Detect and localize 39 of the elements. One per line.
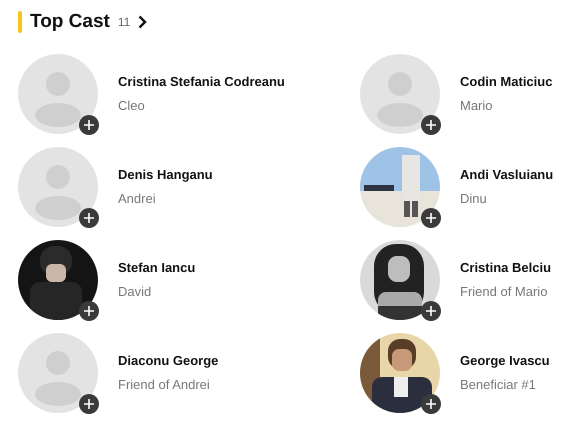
character-name: Cleo bbox=[118, 97, 146, 115]
add-button[interactable] bbox=[79, 208, 99, 228]
actor-name[interactable]: Andi Vasluianu bbox=[460, 164, 554, 184]
avatar-placeholder-icon[interactable] bbox=[18, 146, 98, 226]
plus-icon[interactable] bbox=[84, 306, 94, 316]
add-button[interactable] bbox=[421, 300, 441, 320]
cast-count: 11 bbox=[118, 14, 130, 32]
plus-icon[interactable] bbox=[84, 398, 94, 408]
add-button[interactable] bbox=[79, 300, 99, 320]
character-name: Beneficiar #1 bbox=[460, 376, 537, 394]
avatar-placeholder-icon[interactable] bbox=[18, 332, 98, 412]
plus-icon[interactable] bbox=[426, 212, 436, 222]
add-button[interactable] bbox=[79, 394, 99, 414]
add-button[interactable] bbox=[421, 208, 441, 228]
plus-icon[interactable] bbox=[426, 398, 436, 408]
actor-name[interactable]: Diaconu George bbox=[118, 350, 218, 370]
actor-name[interactable]: Cristina Belciu bbox=[460, 258, 552, 277]
avatar-placeholder-icon[interactable] bbox=[18, 54, 98, 134]
character-name: Friend of Andrei bbox=[118, 376, 211, 394]
actor-name[interactable]: Stefan Iancu bbox=[118, 258, 196, 277]
actor-name[interactable]: George Ivascu bbox=[460, 350, 550, 370]
add-button[interactable] bbox=[421, 394, 441, 414]
plus-icon[interactable] bbox=[426, 306, 436, 316]
character-name: David bbox=[118, 283, 152, 301]
character-name: Mario bbox=[460, 97, 494, 115]
actor-name[interactable]: Codin Maticiuc bbox=[460, 72, 552, 91]
plus-icon[interactable] bbox=[84, 120, 94, 130]
avatar-placeholder-icon[interactable] bbox=[360, 54, 440, 134]
actor-name[interactable]: Denis Hanganu bbox=[118, 164, 213, 184]
chevron-right-icon[interactable] bbox=[138, 15, 148, 30]
add-button[interactable] bbox=[79, 114, 99, 134]
character-name: Friend of Mario bbox=[460, 283, 548, 301]
character-name: Andrei bbox=[118, 190, 157, 208]
add-button[interactable] bbox=[421, 114, 441, 134]
plus-icon[interactable] bbox=[426, 120, 436, 130]
section-title: Top Cast bbox=[30, 10, 110, 34]
character-name: Dinu bbox=[460, 190, 488, 208]
actor-name[interactable]: Cristina Stefania Codreanu bbox=[118, 72, 285, 91]
plus-icon[interactable] bbox=[84, 212, 94, 222]
